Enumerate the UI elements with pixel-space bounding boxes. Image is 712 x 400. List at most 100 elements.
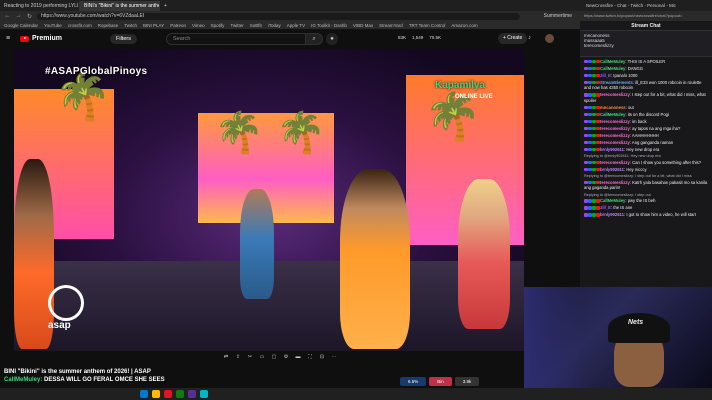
loop-icon[interactable]: ⇄ bbox=[222, 353, 230, 361]
bookmark-item[interactable]: SoBfit bbox=[250, 23, 262, 28]
bookmark-item[interactable]: Twitter bbox=[230, 23, 243, 28]
bookmark-item[interactable]: Vimeo bbox=[192, 23, 205, 28]
create-button[interactable]: + Create bbox=[498, 33, 528, 44]
chat-message[interactable]: terecomeslizzy: AAHHHHHHH bbox=[580, 133, 712, 139]
bookmark-item[interactable]: Apple TV bbox=[287, 23, 305, 28]
chat-username[interactable]: CallMeMuley bbox=[600, 66, 625, 71]
chat-address-bar[interactable]: https://www.twitch.tv/popout/newcrossfir… bbox=[580, 11, 712, 21]
captions-icon[interactable]: ▭ bbox=[258, 353, 266, 361]
avatar[interactable] bbox=[545, 34, 554, 43]
bookmark-item[interactable]: Twitch bbox=[124, 23, 137, 28]
browser-tab-2[interactable]: BINI's "Bikini" is the summer anthem bbox=[80, 0, 160, 11]
bookmark-item[interactable]: Google Calendar bbox=[4, 23, 38, 28]
start-icon[interactable] bbox=[140, 390, 148, 398]
chat-badge-icon bbox=[596, 93, 600, 97]
chat-username[interactable]: Jill_E bbox=[600, 73, 611, 78]
taskbar-app-icon[interactable] bbox=[152, 390, 160, 398]
chat-message[interactable]: Jill_E: Ipanalo 1000 bbox=[580, 73, 712, 79]
bookmark-item[interactable]: crossfit.com bbox=[68, 23, 92, 28]
chat-message[interactable]: mncanoness: out bbox=[580, 105, 712, 111]
browser-tab-1[interactable]: Reacting to 2019 performing LYLI bbox=[0, 0, 80, 11]
chat-username[interactable]: terecomeslizzy bbox=[600, 180, 630, 185]
chat-badge-icon bbox=[584, 160, 588, 165]
volume-button[interactable]: 6.5% bbox=[400, 377, 427, 386]
chat-username[interactable]: brnly902611 bbox=[600, 212, 624, 217]
bookmark-item[interactable]: TRT Team Control bbox=[409, 23, 446, 28]
chat-username[interactable]: CallMeMuley bbox=[600, 59, 625, 64]
new-tab-button[interactable]: + bbox=[160, 1, 171, 11]
bell-icon[interactable]: ♪ bbox=[528, 35, 531, 41]
chat-message[interactable]: brnly902611: I got to show him a video, … bbox=[580, 212, 712, 218]
bookmark-item[interactable]: YouTube bbox=[44, 23, 62, 28]
chat-username[interactable]: terecomeslizzy bbox=[600, 126, 630, 131]
reload-icon[interactable]: ↻ bbox=[26, 13, 33, 20]
chat-message[interactable]: terecomeslizzy: ay tapos na ang mga iha? bbox=[580, 126, 712, 132]
youtube-logo[interactable]: Premium bbox=[20, 35, 62, 42]
chat-message[interactable]: CallMeMuley: THIS IS A SPOILER bbox=[580, 59, 712, 65]
bookmark-item[interactable]: iToday bbox=[268, 23, 281, 28]
chat-message[interactable]: terecomeslizzy: Can I show you something… bbox=[580, 160, 712, 166]
chat-username[interactable]: terecomeslizzy bbox=[600, 119, 630, 124]
miniplayer-icon[interactable]: ▢ bbox=[270, 353, 278, 361]
chat-username[interactable]: terecomeslizzy bbox=[600, 140, 630, 145]
chat-message[interactable]: CallMeMuley: pwy the IS beh bbox=[580, 198, 712, 204]
chat-message[interactable]: brnly902611: Hey new drop era bbox=[580, 147, 712, 153]
theater-icon[interactable]: ▬ bbox=[294, 353, 302, 361]
chat-message[interactable]: terecomeslizzy: Katrh yala basahan pakas… bbox=[580, 180, 712, 191]
chat-username[interactable]: StreamElements bbox=[600, 80, 633, 85]
chat-username[interactable]: brnly902611 bbox=[600, 147, 624, 152]
chat-username[interactable]: terecomeslizzy bbox=[600, 133, 630, 138]
chat-window-tab[interactable]: NewCrossfire - Chat - Twitch - Personal … bbox=[580, 0, 712, 11]
chat-username[interactable]: brnly902611 bbox=[600, 167, 624, 172]
bookmark-item[interactable]: BINI PLAY bbox=[143, 23, 164, 28]
taskbar-app-icon[interactable] bbox=[200, 390, 208, 398]
cast-icon[interactable]: ⊡ bbox=[318, 353, 326, 361]
count-button[interactable]: 3.9k bbox=[454, 377, 480, 386]
bin-button[interactable]: Bin bbox=[429, 377, 452, 386]
profile-label[interactable]: Summertime bbox=[544, 13, 572, 19]
bookmark-item[interactable]: Ropebase bbox=[98, 23, 119, 28]
bookmark-item[interactable]: Patreon bbox=[170, 23, 186, 28]
bookmark-item[interactable]: Amazon.com bbox=[451, 23, 477, 28]
share-icon[interactable]: ⇪ bbox=[234, 353, 242, 361]
chat-message[interactable]: terecomeslizzy: im back bbox=[580, 119, 712, 125]
fullscreen-icon[interactable]: ⛶ bbox=[306, 353, 314, 361]
url-input[interactable]: https://www.youtube.com/watch?v=6VZdaaLE… bbox=[37, 12, 520, 20]
chat-username[interactable]: CallMeMuley bbox=[600, 112, 625, 117]
chat-message[interactable]: StreamElements: ill_E33 won 1000 robcoin… bbox=[580, 80, 712, 91]
chat-message[interactable]: Jill_E: the IS ane bbox=[580, 205, 712, 211]
search-icon[interactable]: ⌕ bbox=[305, 33, 323, 45]
chat-username[interactable]: terecomeslizzy bbox=[600, 92, 630, 97]
bookmark-item[interactable]: Spotify bbox=[211, 23, 225, 28]
chat-message[interactable]: brnly902611: Hey nicccy bbox=[580, 167, 712, 173]
chat-message[interactable]: terecomeslizzy: I step out for a bit, wh… bbox=[580, 92, 712, 103]
video-player[interactable]: 🌴 🌴 🌴 🌴 bbox=[14, 49, 524, 351]
chat-text: Can I show you something after this? bbox=[632, 159, 702, 165]
bookmark-item[interactable]: IG Toolkit - Dashb bbox=[311, 23, 347, 28]
bookmark-item[interactable]: VIBD Max bbox=[353, 23, 373, 28]
more-icon[interactable]: ⋯ bbox=[330, 353, 338, 361]
chat-username[interactable]: terecomeslizzy bbox=[600, 160, 630, 165]
chat-username[interactable]: CallMeMuley bbox=[600, 198, 625, 203]
bookmark-item[interactable]: StreamYard bbox=[379, 23, 403, 28]
filters-button[interactable]: Filters bbox=[110, 34, 137, 44]
taskbar-app-icon[interactable] bbox=[164, 390, 172, 398]
settings-icon[interactable]: ⚙ bbox=[282, 353, 290, 361]
forward-icon[interactable]: → bbox=[15, 13, 22, 19]
chat-username[interactable]: Jill_E bbox=[600, 205, 611, 210]
stat-value: 1,549 bbox=[412, 35, 424, 40]
pinned-user[interactable]: terecomeslizzy bbox=[584, 43, 708, 48]
taskbar-app-icon[interactable] bbox=[188, 390, 196, 398]
chat-message[interactable]: CallMeMuley: its on the discord Pogi bbox=[580, 112, 712, 118]
chat-text: ay tapos na ang mga iha? bbox=[632, 125, 681, 131]
chat-text: Ipanalo 1000 bbox=[613, 72, 638, 78]
menu-icon[interactable]: ≡ bbox=[6, 35, 10, 42]
taskbar-app-icon[interactable] bbox=[176, 390, 184, 398]
chat-username[interactable]: mncanoness bbox=[600, 105, 626, 110]
chat-message[interactable]: CallMeMuley: DANGG bbox=[580, 66, 712, 72]
clip-icon[interactable]: ✂ bbox=[246, 353, 254, 361]
chat-message[interactable]: terecomeslizzy: Ang ganganda naman bbox=[580, 140, 712, 146]
search-input[interactable]: Search bbox=[166, 33, 306, 45]
mic-icon[interactable]: ● bbox=[326, 33, 338, 45]
back-icon[interactable]: ← bbox=[4, 13, 11, 19]
